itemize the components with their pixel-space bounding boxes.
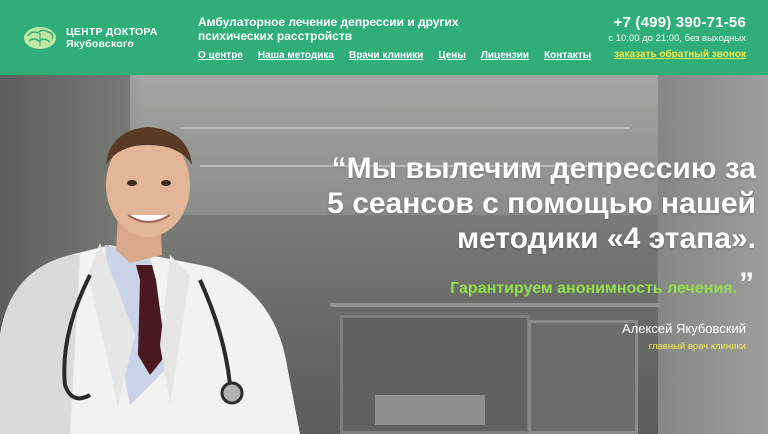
author-name: Алексей Якубовский: [622, 321, 746, 336]
logo-line2: Якубовского: [66, 38, 134, 50]
quote-line3: методики «4 этапа».: [456, 222, 756, 255]
nav-about[interactable]: О центре: [198, 50, 243, 61]
logo-text: ЦЕНТР ДОКТОРА Якубовского: [66, 26, 158, 50]
guarantee-line: Гарантируем анонимность лечения.”: [450, 267, 754, 301]
nav-method[interactable]: Наша методика: [258, 50, 334, 61]
nav-contacts[interactable]: Контакты: [544, 50, 591, 61]
author-role: главный врач клиники: [648, 341, 746, 352]
main-nav: О центре Наша методика Врачи клиники Цен…: [198, 50, 591, 61]
doctor-photo: [0, 127, 300, 434]
logo-line1: ЦЕНТР ДОКТОРА: [66, 26, 158, 38]
guarantee-text: Гарантируем анонимность лечения.: [450, 280, 737, 297]
brain-icon: [24, 27, 56, 49]
site-header: ЦЕНТР ДОКТОРА Якубовского Амбулаторное л…: [0, 0, 768, 75]
site-tagline: Амбулаторное лечение депрессии и других …: [198, 15, 459, 43]
hero-banner: “Мы вылечим депрессию за 5 сеансов с пом…: [0, 75, 768, 434]
hero-quote: “Мы вылечим депрессию за 5 сеансов с пом…: [276, 151, 756, 256]
callback-link[interactable]: заказать обратный звонок: [614, 49, 746, 60]
hero-bg-shelf: [375, 395, 485, 425]
closing-quote-mark: ”: [739, 267, 754, 300]
logo[interactable]: ЦЕНТР ДОКТОРА Якубовского: [22, 24, 158, 52]
contact-block: +7 (499) 390-71-56 с 10:00 до 21:00, без…: [608, 14, 746, 44]
quote-line1: “Мы вылечим депрессию за: [331, 152, 756, 185]
hero-bg-door: [528, 320, 638, 434]
nav-prices[interactable]: Цены: [438, 50, 466, 61]
phone-number[interactable]: +7 (499) 390-71-56: [608, 14, 746, 31]
quote-line2: 5 сеансов с помощью нашей: [327, 187, 756, 220]
nav-licenses[interactable]: Лицензии: [481, 50, 529, 61]
working-hours: с 10:00 до 21:00, без выходных: [608, 33, 746, 44]
nav-doctors[interactable]: Врачи клиники: [349, 50, 423, 61]
hero-bg-rail: [330, 303, 660, 307]
